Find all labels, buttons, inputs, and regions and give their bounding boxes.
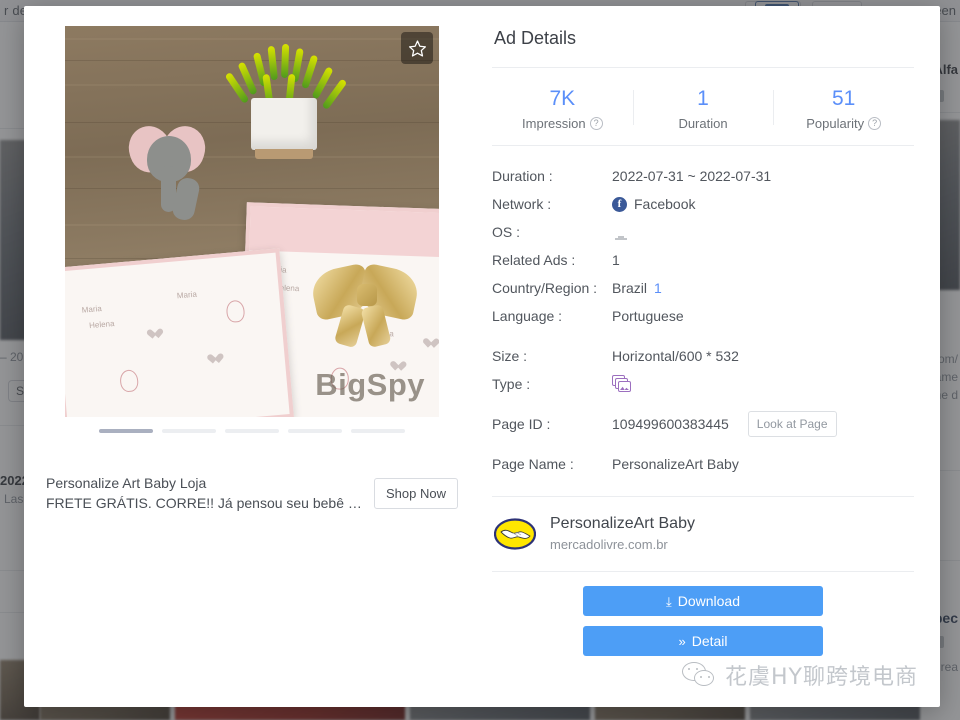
field-page-name: Page Name : PersonalizeArt Baby: [492, 450, 914, 478]
stat-label-wrap: Impression ?: [492, 116, 633, 131]
help-icon[interactable]: ?: [589, 117, 603, 130]
field-value: Facebook: [634, 196, 696, 212]
field-value-wrap: [612, 375, 632, 393]
field-language: Language : Portuguese: [492, 302, 914, 330]
field-key: Network :: [492, 196, 552, 212]
country-count-link[interactable]: 1: [654, 280, 662, 296]
field-value: Portuguese: [612, 308, 684, 324]
desktop-monitor-icon: [612, 224, 630, 240]
field-type: Type :: [492, 370, 914, 398]
field-value-wrap: Brazil 1: [612, 280, 662, 296]
pager-dot-1[interactable]: [99, 429, 153, 433]
field-key: Page Name :: [492, 456, 574, 472]
ad-copy-footer: Personalize Art Baby Loja FRETE GRÁTIS. …: [44, 473, 460, 513]
stat-value: 1: [697, 87, 709, 110]
detail-button[interactable]: » Detail: [583, 626, 823, 656]
field-value-wrap: f Facebook: [612, 196, 695, 212]
look-at-page-button[interactable]: Look at Page: [747, 411, 837, 437]
field-key: OS :: [492, 224, 521, 240]
field-key: Duration :: [492, 168, 553, 184]
field-value: Horizontal/600 * 532: [612, 348, 739, 364]
stat-label: Duration: [678, 116, 728, 131]
stat-popularity: 51 Popularity ?: [773, 84, 914, 131]
blanket-motif: Helena: [88, 318, 115, 331]
ad-details-modal: Maria Helena Helena Maria Helena Maria: [24, 6, 940, 707]
field-value-wrap: 109499600383445 Look at Page: [612, 411, 837, 437]
baby-blanket-left: Maria Helena Maria: [65, 248, 294, 417]
field-key: Size :: [492, 348, 528, 364]
field-related-ads: Related Ads : 1: [492, 246, 914, 274]
elephant-plush: [122, 120, 211, 222]
star-icon: [408, 39, 426, 57]
pager-dot-3[interactable]: [225, 429, 279, 433]
field-value: Brazil: [612, 280, 648, 296]
chevron-double-right-icon: »: [678, 634, 686, 649]
action-buttons: ⤓ Download » Detail: [492, 571, 914, 666]
bigspy-watermark: BigSpy: [315, 367, 425, 402]
field-size: Size : Horizontal/600 * 532: [492, 342, 914, 370]
detail-button-label: Detail: [691, 633, 728, 649]
advertiser-info: PersonalizeArt Baby mercadolivre.com.br: [550, 513, 695, 555]
advertiser-name: PersonalizeArt Baby: [550, 515, 695, 532]
field-key: Country/Region :: [492, 280, 598, 296]
mercadolivre-handshake-logo: [494, 513, 536, 555]
stat-label-wrap: Duration: [633, 116, 774, 131]
multi-image-icon: [612, 375, 632, 393]
download-button-label: Download: [677, 593, 740, 609]
stat-label-wrap: Popularity ?: [773, 116, 914, 131]
plant-pot: [251, 98, 317, 159]
field-network: Network : f Facebook: [492, 190, 914, 218]
creative-pagination[interactable]: [65, 429, 439, 433]
ad-details-column: Ad Details 7K Impression ? 1 Duration 51…: [480, 6, 940, 707]
stat-value: 51: [832, 87, 856, 110]
field-key: Page ID :: [492, 416, 551, 432]
field-value: 2022-07-31 ~ 2022-07-31: [612, 168, 772, 184]
field-value: 109499600383445: [612, 416, 729, 432]
ad-description: FRETE GRÁTIS. CORRE!! Já pensou seu bebê…: [46, 495, 365, 511]
ad-copy: Personalize Art Baby Loja FRETE GRÁTIS. …: [46, 473, 364, 513]
advertiser-url: mercadolivre.com.br: [550, 537, 668, 552]
field-value: PersonalizeArt Baby: [612, 456, 739, 472]
creative-preview-column: Maria Helena Helena Maria Helena Maria: [24, 6, 480, 707]
blanket-motif: Maria: [176, 289, 198, 301]
field-page-id: Page ID : 109499600383445 Look at Page: [492, 410, 914, 438]
heart-motif: [152, 329, 163, 339]
shop-now-button[interactable]: Shop Now: [374, 477, 458, 509]
balloon-motif: [119, 369, 140, 393]
field-key: Type :: [492, 376, 531, 392]
pager-dot-5[interactable]: [351, 429, 405, 433]
field-key: Language :: [492, 308, 563, 324]
stat-label: Impression: [522, 116, 586, 131]
ad-title: Personalize Art Baby Loja: [46, 475, 207, 491]
field-duration: Duration : 2022-07-31 ~ 2022-07-31: [492, 162, 914, 190]
stat-impression: 7K Impression ?: [492, 84, 633, 131]
gold-ribbon-bow: [308, 262, 423, 349]
stat-duration: 1 Duration: [632, 84, 774, 131]
field-os: OS :: [492, 218, 914, 246]
ad-creative-image[interactable]: Maria Helena Helena Maria Helena Maria: [65, 26, 439, 417]
field-value-wrap: [612, 224, 630, 240]
download-button[interactable]: ⤓ Download: [583, 586, 823, 616]
details-field-list: Duration : 2022-07-31 ~ 2022-07-31 Netwo…: [492, 146, 914, 478]
facebook-icon: f: [612, 196, 627, 212]
download-icon: ⤓: [665, 594, 672, 609]
stat-label: Popularity: [806, 116, 865, 131]
help-icon[interactable]: ?: [868, 117, 882, 130]
panel-title: Ad Details: [494, 28, 577, 48]
stat-value: 7K: [549, 87, 576, 110]
stats-row: 7K Impression ? 1 Duration 51 Popularity…: [492, 68, 914, 145]
heart-motif: [212, 354, 223, 364]
balloon-motif: [225, 299, 246, 324]
blanket-motif: Maria: [81, 304, 103, 315]
pager-dot-2[interactable]: [162, 429, 216, 433]
field-key: Related Ads :: [492, 252, 576, 268]
field-country-region: Country/Region : Brazil 1: [492, 274, 914, 302]
pager-dot-4[interactable]: [288, 429, 342, 433]
favorite-button[interactable]: [401, 32, 433, 64]
field-value: 1: [612, 252, 620, 268]
heart-motif: [428, 339, 438, 348]
advertiser-row[interactable]: PersonalizeArt Baby mercadolivre.com.br: [492, 496, 914, 571]
